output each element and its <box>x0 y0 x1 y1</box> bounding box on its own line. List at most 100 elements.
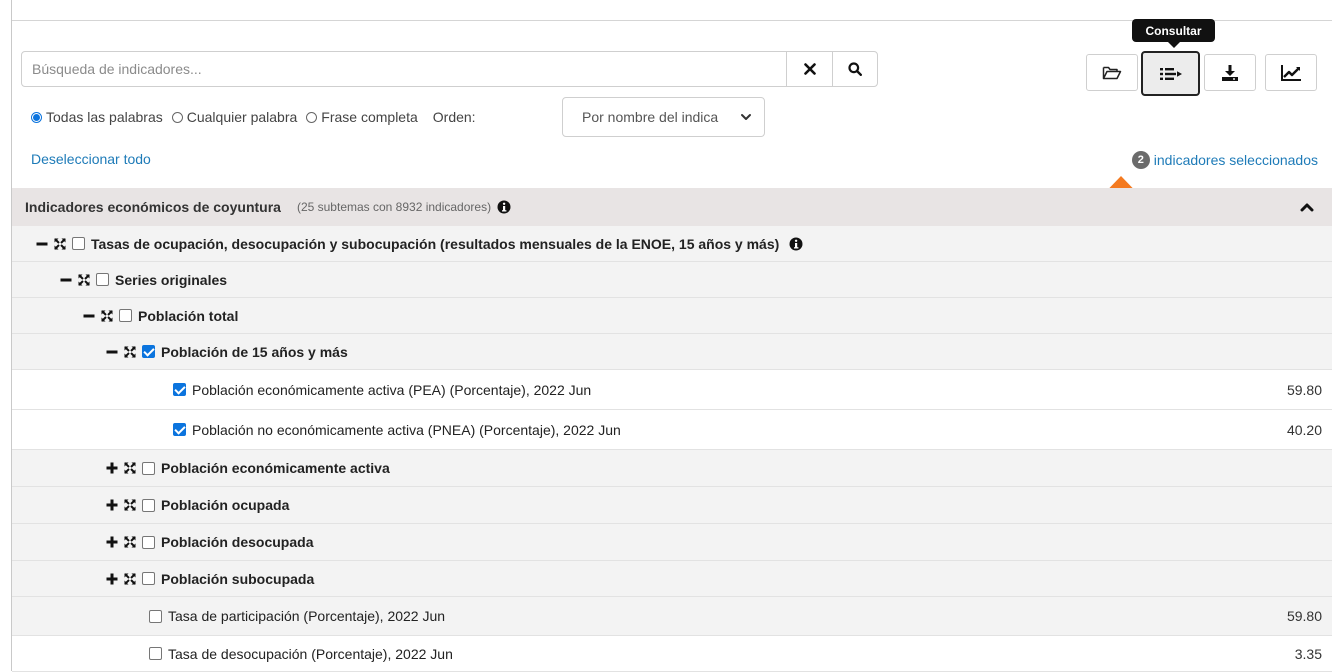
row-label: Población no económicamente activa (PNEA… <box>192 421 621 438</box>
row-checkbox[interactable] <box>173 423 186 436</box>
tree-node-row[interactable]: Población de 15 años y más <box>12 334 1332 370</box>
expand-plus-icon[interactable] <box>106 573 118 585</box>
search-icon <box>848 62 862 76</box>
row-checkbox[interactable] <box>142 345 155 358</box>
radio-label: Frase completa <box>321 109 418 125</box>
row-label: Series originales <box>115 271 228 288</box>
folder-open-icon <box>1102 66 1122 79</box>
row-checkbox[interactable] <box>142 461 155 475</box>
selected-count[interactable]: 2 indicadores seleccionados <box>1131 151 1318 169</box>
collapse-minus-icon[interactable] <box>60 274 72 286</box>
order-select-value: Por nombre del indica <box>582 109 719 125</box>
row-label: Población subocupada <box>161 570 315 587</box>
row-checkbox[interactable] <box>149 647 162 660</box>
row-label: Tasa de desocupación (Porcentaje), 2022 … <box>168 645 453 662</box>
radio-todas[interactable]: Todas las palabras <box>31 109 163 125</box>
row-checkbox[interactable] <box>173 383 186 396</box>
indicator-row[interactable]: Tasa de desocupación (Porcentaje), 2022 … <box>12 636 1332 672</box>
tree-node-row[interactable]: Tasas de ocupación, desocupación y suboc… <box>12 226 1332 262</box>
row-value: 40.20 <box>1286 421 1322 438</box>
selected-count-badge: 2 <box>1131 151 1150 169</box>
radio-button[interactable] <box>31 111 42 123</box>
tooltip-label: Consultar <box>1145 23 1202 38</box>
row-controls <box>149 609 168 623</box>
indicator-row[interactable]: Tasa de participación (Porcentaje), 2022… <box>12 597 1332 636</box>
radio-label: Todas las palabras <box>46 109 163 125</box>
row-controls <box>106 572 161 585</box>
row-value: 3.35 <box>1294 645 1322 662</box>
expand-all-icon[interactable] <box>124 462 136 474</box>
deselect-all-link[interactable]: Deseleccionar todo <box>31 151 151 167</box>
row-checkbox[interactable] <box>96 273 109 286</box>
open-folder-button[interactable] <box>1086 54 1138 91</box>
row-label: Población económicamente activa <box>161 460 390 476</box>
row-label: Población desocupada <box>161 534 314 550</box>
row-label: Tasa de participación (Porcentaje), 2022… <box>168 608 446 624</box>
list-arrow-icon <box>1159 67 1182 80</box>
row-checkbox[interactable] <box>142 535 155 549</box>
row-checkbox[interactable] <box>142 572 155 585</box>
row-controls <box>106 498 161 512</box>
info-icon[interactable] <box>789 237 803 251</box>
row-checkbox[interactable] <box>119 309 132 322</box>
indicator-row[interactable]: Población económicamente activa (PEA) (P… <box>12 370 1332 410</box>
row-label: Población total <box>138 307 239 324</box>
row-controls <box>83 309 138 322</box>
collapse-minus-icon[interactable] <box>83 310 95 322</box>
selected-count-link[interactable]: indicadores seleccionados <box>1154 152 1318 168</box>
chevron-up-icon[interactable] <box>1300 201 1314 213</box>
tree-node-row[interactable]: Población total <box>12 298 1332 334</box>
search-options: Todas las palabras Cualquier palabra Fra… <box>31 106 481 128</box>
row-checkbox[interactable] <box>72 237 85 250</box>
row-label: Población de 15 años y más <box>161 343 348 360</box>
expand-all-icon[interactable] <box>124 345 136 358</box>
radio-button[interactable] <box>306 111 318 123</box>
expand-all-icon[interactable] <box>124 499 136 511</box>
tree-node-row[interactable]: Series originales <box>12 262 1332 298</box>
tree-node-row[interactable]: Población ocupada <box>12 487 1332 524</box>
expand-all-icon[interactable] <box>124 572 136 585</box>
expand-plus-icon[interactable] <box>106 499 118 511</box>
search-input[interactable] <box>21 51 787 87</box>
row-checkbox[interactable] <box>149 609 162 623</box>
info-icon[interactable] <box>497 200 511 214</box>
radio-cualquier[interactable]: Cualquier palabra <box>171 109 298 125</box>
radio-frase[interactable]: Frase completa <box>306 109 418 125</box>
row-controls <box>36 237 91 250</box>
search-button[interactable] <box>832 51 878 87</box>
indicator-row[interactable]: Población no económicamente activa (PNEA… <box>12 410 1332 450</box>
row-value: 59.80 <box>1286 381 1322 398</box>
category-header[interactable]: Indicadores económicos de coyuntura (25 … <box>12 188 1332 226</box>
expand-all-icon[interactable] <box>101 309 113 322</box>
expand-plus-icon[interactable] <box>106 536 118 548</box>
expand-all-icon[interactable] <box>78 273 90 286</box>
row-controls <box>106 461 161 475</box>
radio-label: Cualquier palabra <box>186 109 298 125</box>
row-controls <box>60 273 115 286</box>
chevron-down-icon <box>741 114 751 120</box>
tree-node-row[interactable]: Población económicamente activa <box>12 450 1332 487</box>
row-controls <box>106 345 161 358</box>
row-controls <box>106 535 161 549</box>
download-icon <box>1222 64 1238 81</box>
row-label: Población económicamente activa (PEA) (P… <box>192 381 592 398</box>
row-checkbox[interactable] <box>142 498 155 512</box>
expand-all-icon[interactable] <box>124 536 136 548</box>
expand-plus-icon[interactable] <box>106 462 118 474</box>
row-controls <box>149 647 168 660</box>
consultar-button[interactable] <box>1141 51 1200 96</box>
clear-search-button[interactable] <box>787 51 833 87</box>
row-controls <box>173 383 192 396</box>
radio-button[interactable] <box>171 111 183 123</box>
chart-button[interactable] <box>1265 54 1317 91</box>
collapse-minus-icon[interactable] <box>106 346 118 358</box>
times-icon <box>803 63 816 75</box>
row-controls <box>173 423 192 436</box>
tree-node-row[interactable]: Población subocupada <box>12 561 1332 597</box>
tree-node-row[interactable]: Población desocupada <box>12 524 1332 561</box>
download-button[interactable] <box>1204 54 1256 91</box>
row-label: Población ocupada <box>161 497 290 513</box>
order-select[interactable]: Por nombre del indica <box>562 97 765 137</box>
expand-all-icon[interactable] <box>54 237 66 250</box>
collapse-minus-icon[interactable] <box>36 238 48 250</box>
